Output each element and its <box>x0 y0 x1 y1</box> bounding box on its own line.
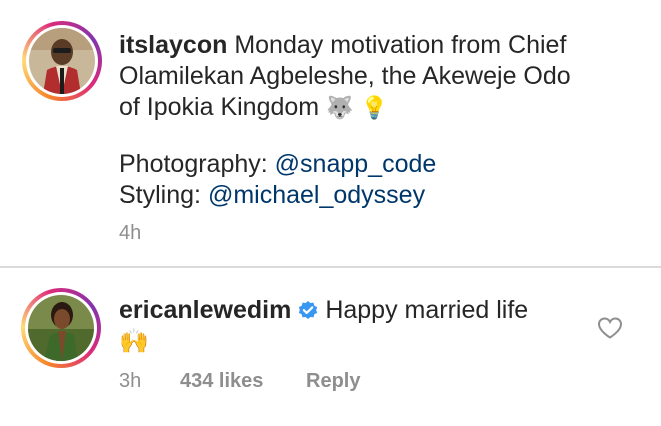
post-username[interactable]: itslaycon <box>119 31 227 59</box>
caption-line-2: Olamilekan Agbeleshe, the Akeweje Odo <box>119 62 571 90</box>
comment-line-1: ericanlewedim Happy married life <box>119 295 528 326</box>
wolf-emoji: 🐺 <box>326 95 354 120</box>
verified-badge-icon <box>299 301 318 319</box>
heart-outline-icon[interactable] <box>597 316 623 340</box>
post-timestamp: 4h <box>119 222 142 244</box>
divider <box>0 266 661 268</box>
avatar-photo <box>29 28 95 94</box>
comment-username[interactable]: ericanlewedim <box>119 296 291 324</box>
commenter-avatar[interactable] <box>21 288 101 368</box>
post-author-avatar[interactable] <box>22 21 102 101</box>
photography-handle-link[interactable]: @snapp_code <box>275 150 437 178</box>
reply-button[interactable]: Reply <box>306 370 360 393</box>
comment-timestamp: 3h <box>119 370 142 392</box>
photography-credit: Photography: @snapp_code <box>119 149 436 180</box>
styling-label: Styling: <box>119 181 201 209</box>
styling-credit: Styling: @michael_odyssey <box>119 180 425 211</box>
comment-text: Happy married life <box>325 296 529 324</box>
caption-text-3: of Ipokia Kingdom <box>119 93 320 121</box>
lightbulb-emoji: 💡 <box>360 95 388 120</box>
comment-line-2: 🙌 <box>119 326 149 357</box>
comment-likes-count[interactable]: 434 likes <box>180 370 263 393</box>
post-caption: itslaycon Monday motivation from Chief O… <box>0 0 661 265</box>
commenter-avatar-photo <box>28 295 94 361</box>
caption-line-3: of Ipokia Kingdom 🐺 💡 <box>119 92 388 123</box>
raising-hands-emoji: 🙌 <box>119 328 149 355</box>
styling-handle-link[interactable]: @michael_odyssey <box>208 181 425 209</box>
caption-text-1: Monday motivation from Chief <box>234 31 567 59</box>
caption-line-1: itslaycon Monday motivation from Chief <box>119 30 566 61</box>
photography-label: Photography: <box>119 150 268 178</box>
